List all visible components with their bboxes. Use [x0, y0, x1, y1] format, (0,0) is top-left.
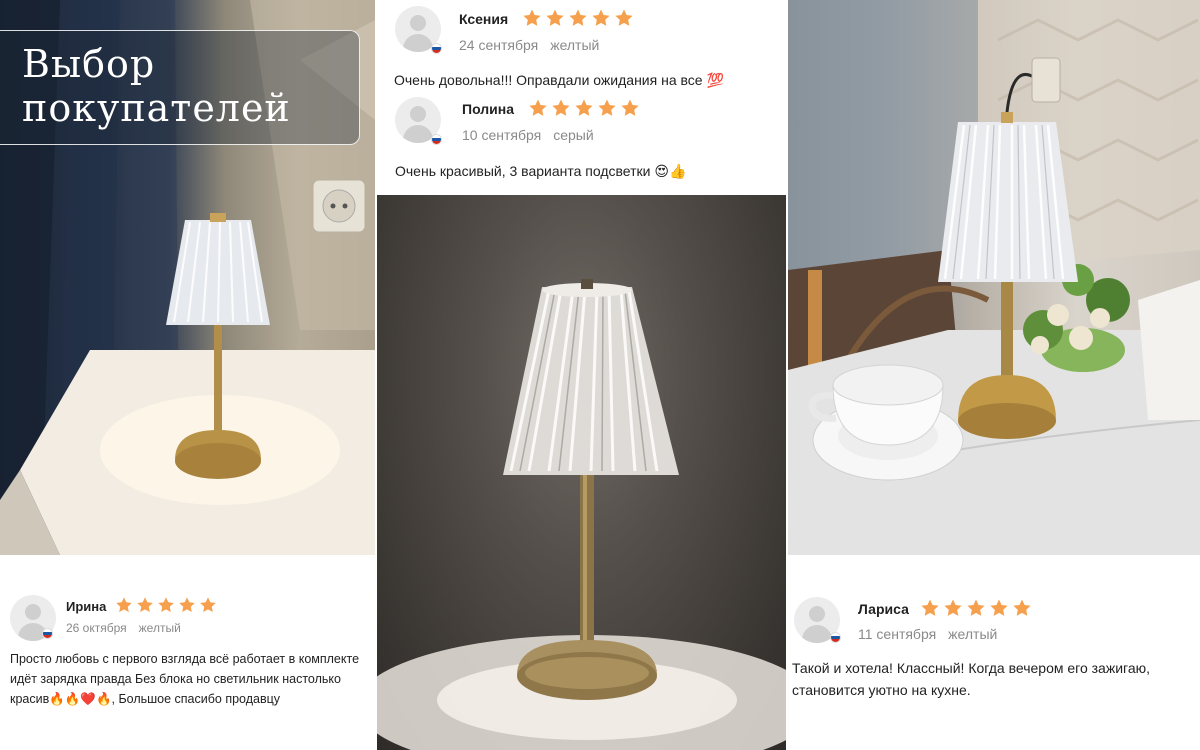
star-icon — [569, 9, 587, 26]
photo-lamp-kitchen — [788, 0, 1200, 555]
star-icon — [116, 597, 132, 613]
review-date: 24 сентября — [459, 37, 539, 53]
rating-stars — [115, 596, 217, 614]
left-panel: Выбор покупателей Ирина 26 октября желтый… — [0, 0, 375, 750]
title-line-2: покупателей — [22, 86, 291, 130]
review-variant: желтый — [550, 37, 600, 53]
star-icon — [944, 599, 962, 616]
star-icon — [575, 99, 593, 116]
review-meta: 10 сентября серый — [462, 127, 594, 143]
rating-stars — [522, 8, 634, 28]
review-date: 26 октября — [66, 621, 127, 635]
review-meta: 26 октября желтый — [66, 621, 181, 635]
star-icon — [621, 99, 639, 116]
star-icon — [615, 9, 633, 26]
star-icon — [200, 597, 216, 613]
star-icon — [921, 599, 939, 616]
middle-panel: Ксения 24 сентября желтый Очень довольна!… — [375, 0, 786, 750]
review-meta: 24 сентября желтый — [459, 37, 599, 53]
review-text: Очень довольна!!! Оправдали ожидания на … — [394, 72, 724, 88]
flag-ru-icon — [830, 632, 841, 643]
title-line-1: Выбор — [22, 42, 156, 86]
review-text: Просто любовь с первого взгляда всё рабо… — [10, 652, 360, 706]
review-text: Очень красивый, 3 варианта подсветки 😍👍 — [395, 163, 687, 179]
review-larisa: Лариса 11 сентября желтый Такой и хотела!… — [788, 555, 1200, 750]
star-icon — [990, 599, 1008, 616]
review-date: 11 сентября — [858, 626, 937, 642]
review-variant: желтый — [948, 626, 998, 642]
star-icon — [592, 9, 610, 26]
star-icon — [179, 597, 195, 613]
review-date: 10 сентября — [462, 127, 542, 143]
right-panel: Лариса 11 сентября желтый Такой и хотела!… — [788, 0, 1200, 750]
star-icon — [967, 599, 985, 616]
star-icon — [546, 9, 564, 26]
review-meta: 11 сентября желтый — [858, 626, 997, 642]
review-kseniya: Ксения 24 сентября желтый Очень довольна!… — [375, 0, 786, 95]
lamp-scene-3 — [788, 0, 1200, 555]
star-icon — [158, 597, 174, 613]
title-badge: Выбор покупателей — [0, 30, 360, 145]
lamp-scene-2 — [377, 279, 786, 750]
rating-stars — [920, 598, 1032, 618]
star-icon — [1013, 599, 1031, 616]
flag-ru-icon — [42, 628, 53, 639]
star-icon — [552, 99, 570, 116]
star-icon — [137, 597, 153, 613]
flag-ru-icon — [431, 134, 442, 145]
reviewer-name: Полина — [462, 101, 515, 117]
star-icon — [523, 9, 541, 26]
star-icon — [598, 99, 616, 116]
photo-lamp-gray — [377, 195, 786, 750]
reviewer-name: Лариса — [858, 601, 909, 617]
review-irina: Ирина 26 октября желтый Просто любовь с п… — [0, 555, 375, 750]
flag-ru-icon — [431, 43, 442, 54]
rating-stars — [528, 98, 640, 118]
star-icon — [529, 99, 547, 116]
reviewer-name: Ирина — [66, 599, 107, 614]
review-variant: желтый — [138, 621, 181, 635]
reviewer-name: Ксения — [459, 11, 509, 27]
review-polina: Полина 10 сентября серый Очень красивый, … — [375, 95, 786, 195]
review-variant: серый — [553, 127, 594, 143]
review-text: Такой и хотела! Классный! Когда вечером … — [792, 660, 1150, 698]
